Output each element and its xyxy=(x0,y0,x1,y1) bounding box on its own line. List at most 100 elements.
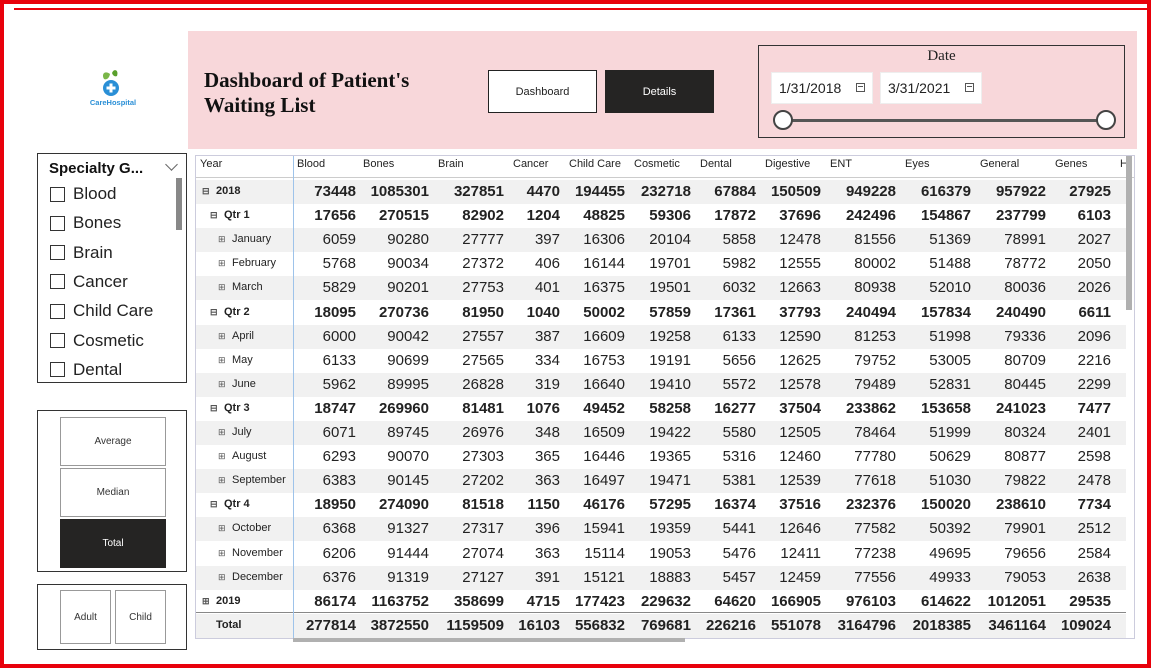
matrix-vertical-scrollbar[interactable] xyxy=(1126,156,1132,310)
expand-icon[interactable]: ⊞ xyxy=(218,517,227,539)
table-cell: 19471 xyxy=(649,472,691,490)
table-cell: 274090 xyxy=(378,496,429,514)
table-cell: 90145 xyxy=(387,472,429,490)
chevron-down-icon[interactable] xyxy=(165,158,178,171)
table-cell: 79901 xyxy=(1004,520,1046,538)
table-row: ⊞ June 5962 89995 26828 319 16640 19410 5572 1257… xyxy=(196,372,1126,397)
expand-icon[interactable]: ⊞ xyxy=(218,373,227,395)
date-slider-start-handle[interactable] xyxy=(773,110,793,130)
table-cell: 232718 xyxy=(640,183,691,200)
specialty-option[interactable]: Child Care xyxy=(50,300,153,322)
specialty-scrollbar[interactable] xyxy=(176,178,182,230)
column-header[interactable]: Child Care xyxy=(569,158,621,170)
column-header[interactable]: Brain xyxy=(438,158,464,170)
table-cell: 387 xyxy=(534,327,560,345)
checkbox[interactable] xyxy=(50,245,65,261)
expand-icon[interactable]: ⊞ xyxy=(218,445,227,467)
average-button[interactable]: Average xyxy=(60,417,166,466)
expand-icon[interactable]: ⊞ xyxy=(218,276,227,298)
table-cell: 90070 xyxy=(387,448,429,466)
expand-icon[interactable]: ⊞ xyxy=(218,325,227,347)
expand-icon[interactable]: ⊞ xyxy=(218,252,227,274)
table-cell: 77556 xyxy=(854,568,896,586)
row-header: ⊟ Qtr 2 xyxy=(210,301,250,325)
checkbox[interactable] xyxy=(50,303,65,319)
dashboard-nav-button[interactable]: Dashboard xyxy=(488,70,597,113)
column-header[interactable]: Bones xyxy=(363,158,394,170)
start-date-input[interactable]: 1/31/2018 xyxy=(771,72,873,104)
table-cell: 6059 xyxy=(322,231,356,249)
expand-icon[interactable]: ⊞ xyxy=(218,469,227,491)
specialty-group-slicer: Specialty G... Blood Bones Brain Cancer Chil… xyxy=(37,153,187,383)
expand-icon[interactable]: ⊞ xyxy=(218,349,227,371)
table-cell: 91319 xyxy=(387,568,429,586)
median-button[interactable]: Median xyxy=(60,468,166,517)
table-cell: 49933 xyxy=(929,568,971,586)
calendar-icon[interactable] xyxy=(856,83,865,92)
adult-button[interactable]: Adult xyxy=(60,590,111,644)
checkbox[interactable] xyxy=(50,274,65,290)
specialty-option-label: Blood xyxy=(73,184,117,203)
specialty-option[interactable]: Brain xyxy=(50,242,113,264)
date-slider-track[interactable] xyxy=(783,119,1106,122)
checkbox[interactable] xyxy=(50,333,65,348)
table-cell: 1076 xyxy=(526,399,560,417)
specialty-option[interactable]: Cancer xyxy=(50,271,128,293)
collapse-icon[interactable]: ⊟ xyxy=(210,204,219,226)
year-column-header[interactable]: Year xyxy=(200,158,222,170)
specialty-option[interactable]: Cosmetic xyxy=(50,330,144,352)
table-cell: 5476 xyxy=(722,544,756,562)
checkbox[interactable] xyxy=(50,362,65,378)
column-header[interactable]: Blood xyxy=(297,158,325,170)
table-cell: 16374 xyxy=(714,496,756,514)
table-cell: 397 xyxy=(534,231,560,249)
matrix-horizontal-scrollbar[interactable] xyxy=(293,638,685,642)
column-header[interactable]: Dental xyxy=(700,158,732,170)
table-cell: 19359 xyxy=(649,520,691,538)
collapse-icon[interactable]: ⊟ xyxy=(210,397,219,419)
specialty-option[interactable]: Blood xyxy=(50,183,116,205)
expand-icon[interactable]: ⊞ xyxy=(218,542,227,564)
column-header[interactable]: Eyes xyxy=(905,158,929,170)
checkbox[interactable] xyxy=(50,186,65,202)
table-row: ⊟ Qtr 3 18747 269960 81481 1076 49452 58258 1627… xyxy=(196,397,1126,421)
column-header[interactable]: Cancer xyxy=(513,158,548,170)
table-cell: 957922 xyxy=(995,183,1046,200)
table-cell: 348 xyxy=(534,424,560,441)
table-row: ⊞ April 6000 90042 27557 387 16609 19258 6133 125… xyxy=(196,324,1126,349)
column-header[interactable]: Genes xyxy=(1055,158,1087,170)
collapse-icon[interactable]: ⊟ xyxy=(210,493,219,515)
expand-icon[interactable]: ⊞ xyxy=(202,590,211,612)
total-button[interactable]: Total xyxy=(60,519,166,568)
column-header[interactable]: General xyxy=(980,158,1019,170)
expand-icon[interactable]: ⊞ xyxy=(218,566,227,588)
table-cell: 2512 xyxy=(1077,520,1111,538)
specialty-option[interactable]: Bones xyxy=(50,212,121,234)
table-cell: 50392 xyxy=(929,520,971,538)
calendar-icon[interactable] xyxy=(965,83,974,92)
table-cell: 4470 xyxy=(526,183,560,200)
child-button[interactable]: Child xyxy=(115,590,166,644)
collapse-icon[interactable]: ⊟ xyxy=(210,301,219,323)
end-date-value: 3/31/2021 xyxy=(888,80,951,96)
end-date-input[interactable]: 3/31/2021 xyxy=(880,72,982,104)
table-cell: 59306 xyxy=(649,207,691,225)
date-slider-end-handle[interactable] xyxy=(1096,110,1116,130)
details-nav-button[interactable]: Details xyxy=(605,70,714,113)
expand-icon[interactable]: ⊞ xyxy=(218,421,227,443)
specialty-option[interactable]: Dental xyxy=(50,359,122,381)
column-header[interactable]: ENT xyxy=(830,158,852,170)
table-row: ⊞ January 6059 90280 27777 397 16306 20104 5858 1… xyxy=(196,228,1126,253)
table-cell: 19053 xyxy=(649,544,691,562)
expand-icon[interactable]: ⊞ xyxy=(218,228,227,250)
table-cell: 233862 xyxy=(845,399,896,417)
table-cell: 86174 xyxy=(314,592,356,610)
column-header[interactable]: Cosmetic xyxy=(634,158,680,170)
collapse-icon[interactable]: ⊟ xyxy=(202,180,211,202)
checkbox[interactable] xyxy=(50,215,65,231)
page-title-line-2: Waiting List xyxy=(204,93,316,117)
column-header[interactable]: Digestive xyxy=(765,158,810,170)
table-cell: 12460 xyxy=(779,448,821,466)
total-row-divider xyxy=(196,612,1126,613)
table-cell: 6293 xyxy=(322,448,356,466)
